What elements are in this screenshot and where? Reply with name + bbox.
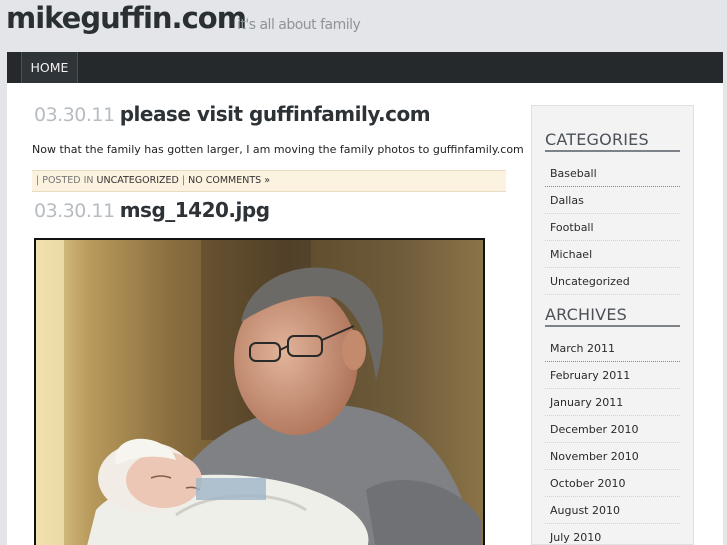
- archive-link-july-2010[interactable]: July 2010: [545, 524, 680, 545]
- meta-separator: |: [181, 175, 186, 186]
- category-link-michael[interactable]: Michael: [545, 241, 680, 268]
- category-link-dallas[interactable]: Dallas: [545, 187, 680, 214]
- nav-item-home[interactable]: HOME: [21, 52, 78, 83]
- category-link-uncategorized[interactable]: Uncategorized: [545, 268, 680, 295]
- categories-heading: CATEGORIES: [545, 130, 680, 152]
- post-date: 03.30.11: [34, 104, 115, 126]
- sidebar: CATEGORIES Baseball Dallas Football Mich…: [531, 105, 694, 545]
- main-nav: HOME: [7, 52, 723, 83]
- post-title-link[interactable]: msg_1420.jpg: [120, 198, 270, 222]
- categories-list: Baseball Dallas Football Michael Uncateg…: [545, 160, 680, 295]
- archives-list: March 2011 February 2011 January 2011 De…: [545, 335, 680, 545]
- archive-link-august-2010[interactable]: August 2010: [545, 497, 680, 524]
- archive-link-october-2010[interactable]: October 2010: [545, 470, 680, 497]
- archive-link-january-2011[interactable]: January 2011: [545, 389, 680, 416]
- site-header: mikeguffin.com it's all about family: [0, 0, 727, 52]
- category-link-baseball[interactable]: Baseball: [545, 160, 680, 187]
- archive-link-november-2010[interactable]: November 2010: [545, 443, 680, 470]
- post-meta: | POSTED IN UNCATEGORIZED | NO COMMENTS …: [32, 170, 506, 192]
- post-photo[interactable]: [34, 238, 485, 545]
- archive-link-february-2011[interactable]: February 2011: [545, 362, 680, 389]
- post-date: 03.30.11: [34, 200, 115, 222]
- post-header: 03.30.11 please visit guffinfamily.com: [34, 102, 431, 126]
- archives-heading: ARCHIVES: [545, 305, 680, 327]
- archive-link-december-2010[interactable]: December 2010: [545, 416, 680, 443]
- comments-link[interactable]: NO COMMENTS »: [188, 175, 270, 186]
- archive-link-march-2011[interactable]: March 2011: [545, 335, 680, 362]
- category-link[interactable]: UNCATEGORIZED: [97, 175, 179, 186]
- content-area: 03.30.11 please visit guffinfamily.com N…: [7, 83, 723, 545]
- post-title-link[interactable]: please visit guffinfamily.com: [120, 102, 431, 126]
- post-header: 03.30.11 msg_1420.jpg: [34, 198, 270, 222]
- posted-in-label: | POSTED IN: [36, 175, 94, 186]
- post-body: Now that the family has gotten larger, I…: [32, 143, 524, 156]
- site-title[interactable]: mikeguffin.com: [6, 1, 247, 35]
- category-link-football[interactable]: Football: [545, 214, 680, 241]
- site-tagline: it's all about family: [237, 17, 361, 33]
